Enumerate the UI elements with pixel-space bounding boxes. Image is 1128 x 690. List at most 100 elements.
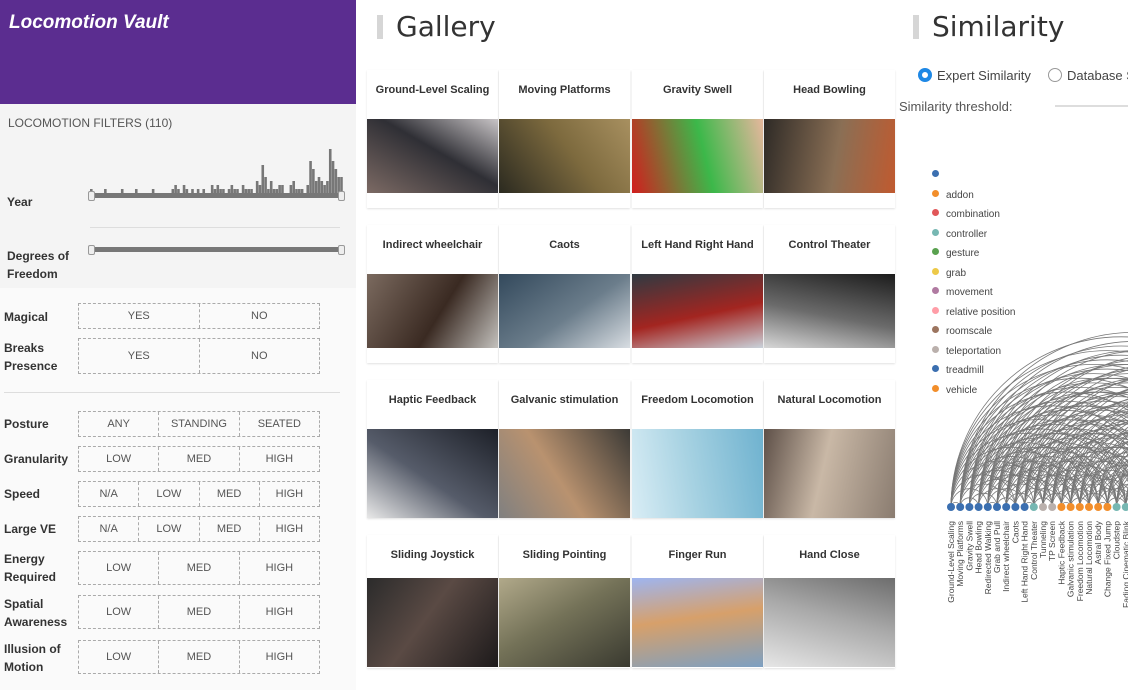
filter-option-button[interactable]: LOW	[79, 447, 158, 471]
filters-title: LOCOMOTION FILTERS (110)	[8, 116, 173, 130]
similarity-threshold-slider[interactable]	[1055, 105, 1128, 107]
filter-option-button[interactable]: MED	[198, 482, 259, 506]
year-slider-max-handle[interactable]	[338, 191, 345, 201]
divider	[4, 392, 340, 393]
filter-option-button[interactable]: NO	[198, 339, 320, 373]
gallery-card-thumbnail	[632, 429, 763, 518]
database-similarity-label[interactable]: Database S	[1067, 68, 1128, 83]
filter-option-button[interactable]: SEATED	[238, 412, 319, 436]
gallery-card[interactable]: Head Bowling	[764, 70, 895, 208]
filter-option-button[interactable]: LOW	[79, 552, 158, 584]
filter-option-button[interactable]: YES	[79, 339, 199, 373]
gallery-card-title: Gravity Swell	[662, 84, 733, 96]
filter-option-button[interactable]: MED	[158, 552, 238, 584]
gallery-card[interactable]: Caots	[499, 225, 630, 363]
filter-options-8: LOW MED HIGH	[78, 640, 320, 674]
filter-option-button[interactable]: MED	[158, 596, 238, 628]
similarity-node	[1048, 503, 1057, 511]
gallery-card[interactable]: Natural Locomotion	[764, 380, 895, 518]
year-histogram	[90, 149, 343, 193]
gallery-card-thumbnail	[367, 119, 498, 193]
gallery-card[interactable]: Control Theater	[764, 225, 895, 363]
histogram-bar	[334, 169, 338, 193]
similarity-node	[1112, 503, 1121, 511]
filter-option-button[interactable]: ANY	[79, 412, 158, 436]
gallery-card[interactable]: Sliding Pointing	[499, 535, 630, 668]
expert-similarity-radio[interactable]	[918, 68, 932, 82]
gallery-card-title: Ground-Level Scaling	[375, 84, 490, 96]
filter-option-button[interactable]: LOW	[79, 641, 158, 673]
filter-label-3: Granularity	[4, 452, 69, 466]
gallery-card[interactable]: Gravity Swell	[632, 70, 763, 208]
gallery-card-title: Moving Platforms	[518, 84, 611, 96]
dof-slider-track[interactable]	[90, 247, 343, 252]
similarity-node	[1039, 503, 1047, 511]
gallery-card[interactable]: Freedom Locomotion	[632, 380, 763, 518]
database-similarity-radio[interactable]	[1048, 68, 1062, 82]
similarity-node	[1103, 503, 1112, 511]
filter-option-button[interactable]: LOW	[138, 482, 198, 506]
histogram-bar	[331, 161, 335, 193]
gallery-card[interactable]: Indirect wheelchair	[367, 225, 498, 363]
filter-option-button[interactable]: MED	[158, 641, 238, 673]
filter-option-button[interactable]: HIGH	[238, 447, 319, 471]
gallery-card[interactable]: Moving Platforms	[499, 70, 630, 208]
gallery-card[interactable]: Haptic Feedback	[367, 380, 498, 518]
histogram-bar	[258, 185, 262, 193]
filter-option-button[interactable]: HIGH	[258, 517, 319, 541]
similarity-arc-diagram: Ground-Level Scaling Moving Platforms Grav…	[946, 332, 1128, 608]
gallery-card[interactable]: Hand Close	[764, 535, 895, 668]
expert-similarity-label[interactable]: Expert Similarity	[937, 68, 1031, 83]
similarity-node	[1121, 503, 1128, 511]
similarity-node	[1057, 503, 1066, 511]
gallery-card[interactable]: Galvanic stimulation	[499, 380, 630, 518]
filter-option-button[interactable]: YES	[79, 304, 199, 328]
gallery-card-title: Hand Close	[799, 549, 860, 561]
gallery-card-thumbnail	[499, 429, 630, 518]
gallery-card-title: Caots	[549, 239, 580, 251]
filter-option-button[interactable]: NO	[198, 304, 320, 328]
histogram-bar	[241, 185, 245, 193]
gallery-card-thumbnail	[632, 578, 763, 667]
filter-option-button[interactable]: MED	[198, 517, 259, 541]
gallery-title-marker	[377, 15, 383, 39]
year-slider-min-handle[interactable]	[88, 191, 95, 201]
gallery-card-title: Haptic Feedback	[388, 394, 477, 406]
histogram-bar	[182, 185, 186, 193]
filter-option-button[interactable]: LOW	[138, 517, 198, 541]
legend-color-dot	[932, 170, 939, 177]
filter-option-button[interactable]: N/A	[79, 482, 138, 506]
filter-option-button[interactable]: MED	[158, 447, 238, 471]
similarity-node	[965, 503, 974, 511]
similarity-node	[1029, 503, 1038, 511]
filter-option-button[interactable]: N/A	[79, 517, 138, 541]
filter-options-1: YES NO	[78, 338, 320, 374]
filter-option-button[interactable]: STANDING	[158, 412, 238, 436]
year-slider-track[interactable]	[90, 193, 343, 198]
histogram-bar	[230, 185, 234, 193]
histogram-bar	[314, 181, 318, 193]
similarity-node	[1002, 503, 1011, 511]
gallery-card[interactable]: Ground-Level Scaling	[367, 70, 498, 208]
gallery-card-thumbnail	[764, 274, 895, 348]
filter-options-4: N/A LOW MED HIGH	[78, 481, 320, 507]
gallery-card-thumbnail	[764, 578, 895, 667]
similarity-node	[993, 503, 1001, 511]
app-title[interactable]: Locomotion Vault	[9, 12, 169, 33]
filter-option-button[interactable]: HIGH	[238, 641, 319, 673]
gallery-card-thumbnail	[499, 119, 630, 193]
filter-option-button[interactable]: LOW	[79, 596, 158, 628]
dof-slider-min-handle[interactable]	[88, 245, 95, 255]
gallery-card[interactable]: Left Hand Right Hand	[632, 225, 763, 363]
gallery-card-thumbnail	[632, 119, 763, 193]
filter-option-button[interactable]: HIGH	[238, 552, 319, 584]
gallery-card[interactable]: Finger Run	[632, 535, 763, 668]
filter-option-button[interactable]: HIGH	[258, 482, 319, 506]
similarity-node-label: Fading Cinematic Blink	[1121, 520, 1128, 608]
dof-slider-max-handle[interactable]	[338, 245, 345, 255]
gallery-card-thumbnail	[764, 429, 895, 518]
filter-option-button[interactable]: HIGH	[238, 596, 319, 628]
gallery-card-thumbnail	[499, 578, 630, 667]
similarity-title-marker	[913, 15, 919, 39]
gallery-card[interactable]: Sliding Joystick	[367, 535, 498, 668]
